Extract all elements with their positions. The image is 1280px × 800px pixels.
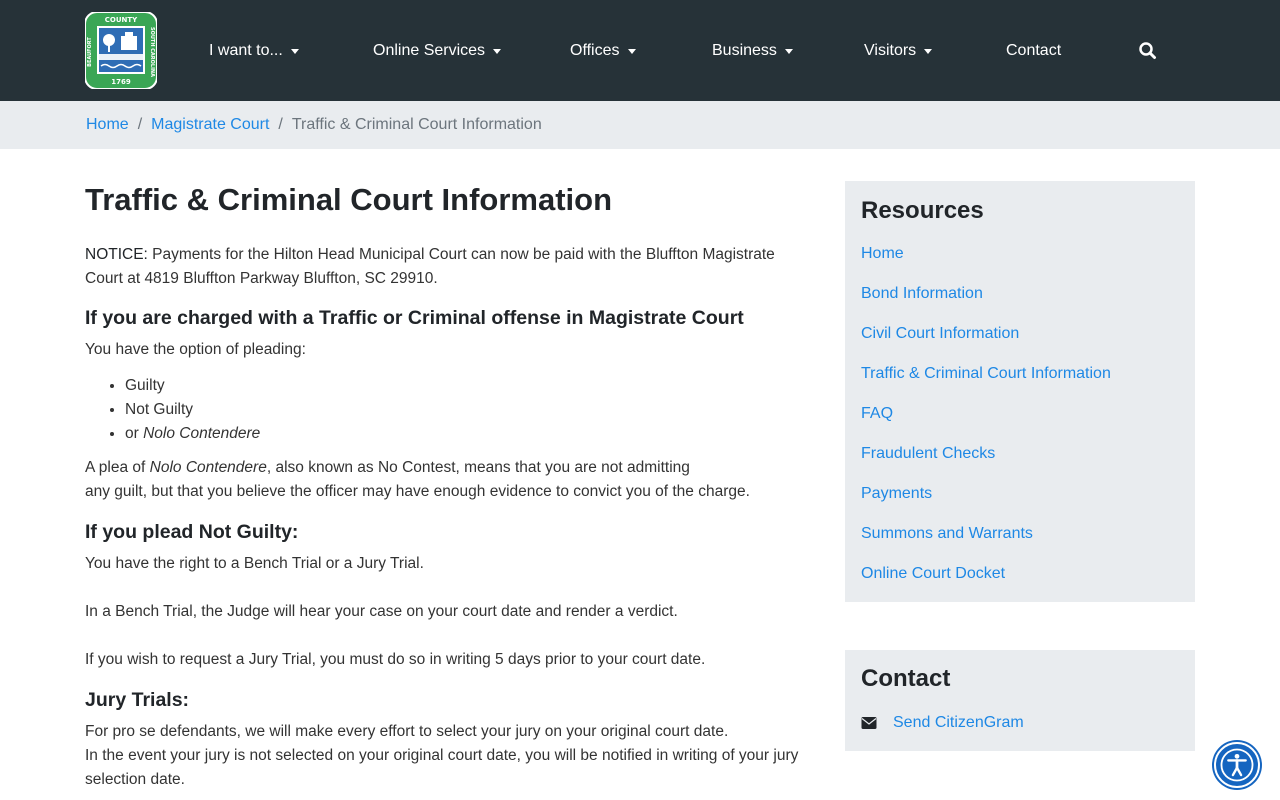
nav-label: Online Services — [373, 42, 486, 59]
nav-label: Business — [712, 42, 777, 59]
search-icon[interactable] — [1137, 40, 1159, 62]
nav-label: I want to... — [209, 42, 283, 59]
prose-paragraph: For pro se defendants, we will make ever… — [85, 720, 815, 792]
plea-nolo: Nolo Contendere — [143, 425, 261, 442]
nolo-prefix: A plea of — [85, 459, 150, 476]
logo-left-text: BEAUFORT — [87, 37, 93, 67]
contact-title: Contact — [861, 665, 951, 692]
list-item: Not Guilty — [125, 398, 815, 422]
resource-link-civil[interactable]: Civil Court Information — [861, 323, 1019, 345]
nolo-paragraph: A plea of Nolo Contendere, also known as… — [85, 456, 815, 504]
breadcrumb-magistrate-link[interactable]: Magistrate Court — [151, 116, 269, 134]
breadcrumb-current: Traffic & Criminal Court Information — [291, 116, 542, 133]
caret-down-icon — [290, 48, 299, 54]
nav-business[interactable]: Business — [712, 40, 793, 62]
resources-title: Resources — [861, 197, 984, 224]
send-citizengram-link[interactable]: Send CitizenGram — [893, 712, 1024, 734]
accessibility-icon[interactable] — [1214, 742, 1260, 788]
breadcrumb: Home / Magistrate Court / Traffic & Crim… — [86, 114, 542, 136]
resource-link-bond[interactable]: Bond Information — [861, 283, 983, 305]
county-logo-icon[interactable]: COUNTY BEAUFORT SOUTH CAROLINA 1769 — [85, 12, 157, 89]
nav-contact[interactable]: Contact — [1006, 40, 1061, 62]
nav-i-want-to[interactable]: I want to... — [209, 40, 299, 62]
contact-panel: Contact Send CitizenGram — [845, 650, 1195, 751]
resource-link-fraudulent-checks[interactable]: Fraudulent Checks — [861, 443, 995, 465]
resource-link-home[interactable]: Home — [861, 243, 904, 265]
resource-link-summons[interactable]: Summons and Warrants — [861, 523, 1033, 545]
caret-down-icon — [493, 48, 502, 54]
nolo-line1-rest: , also known as No Contest, means that y… — [266, 459, 690, 476]
resource-link-faq[interactable]: FAQ — [861, 403, 893, 425]
resources-panel: Resources Home Bond Information Civil Co… — [845, 181, 1195, 602]
plea-nolo-prefix: or — [125, 425, 144, 442]
nav-label: Contact — [1006, 42, 1062, 59]
top-navbar: COUNTY BEAUFORT SOUTH CAROLINA 1769 I wa… — [0, 0, 1280, 101]
prose-line1: For pro se defendants, we will make ever… — [85, 723, 729, 740]
plea-list: Guilty Not Guilty or Nolo Contendere — [85, 374, 815, 446]
logo-right-text: SOUTH CAROLINA — [149, 27, 155, 77]
bench-text: In a Bench Trial, the Judge will hear yo… — [85, 603, 678, 620]
caret-down-icon — [924, 48, 933, 54]
plea-not-guilty: Not Guilty — [125, 401, 194, 418]
resource-link-docket[interactable]: Online Court Docket — [861, 563, 1005, 585]
option-text: You have the option of pleading: — [85, 341, 306, 358]
notice-text: Payments for the Hilton Head Municipal C… — [85, 246, 775, 287]
contact-row[interactable]: Send CitizenGram — [861, 712, 1024, 734]
nav-offices[interactable]: Offices — [570, 40, 636, 62]
notice-paragraph: NOTICE: Payments for the Hilton Head Mun… — [85, 243, 815, 291]
caret-down-icon — [627, 48, 636, 54]
breadcrumb-separator: / — [137, 116, 143, 133]
caret-down-icon — [784, 48, 793, 54]
notice-label: NOTICE: — [85, 246, 148, 263]
nolo-line2: any guilt, but that you believe the offi… — [85, 483, 750, 500]
list-item: or Nolo Contendere — [125, 422, 815, 446]
page-title: Traffic & Criminal Court Information — [85, 182, 613, 217]
right-text: You have the right to a Bench Trial or a… — [85, 555, 424, 572]
resource-link-payments[interactable]: Payments — [861, 483, 932, 505]
breadcrumb-separator: / — [278, 116, 283, 133]
breadcrumb-home-link[interactable]: Home — [86, 116, 129, 134]
prose-line2: In the event your jury is not selected o… — [85, 747, 799, 788]
nolo-term: Nolo Contendere — [149, 459, 267, 476]
nav-online-services[interactable]: Online Services — [373, 40, 502, 62]
logo-top-text: COUNTY — [105, 16, 138, 24]
not-guilty-heading: If you plead Not Guilty: — [85, 521, 299, 543]
list-item: Guilty — [125, 374, 815, 398]
nav-visitors[interactable]: Visitors — [864, 40, 933, 62]
logo-year: 1769 — [111, 78, 131, 86]
jury-request-text: If you wish to request a Jury Trial, you… — [85, 651, 706, 668]
nav-label: Visitors — [864, 42, 917, 59]
main-content: Traffic & Criminal Court Information NOT… — [85, 180, 815, 792]
envelope-icon — [861, 717, 877, 729]
jury-trials-heading: Jury Trials: — [85, 689, 190, 711]
resource-link-traffic-criminal[interactable]: Traffic & Criminal Court Information — [861, 363, 1111, 385]
plea-guilty: Guilty — [125, 377, 165, 394]
charged-heading: If you are charged with a Traffic or Cri… — [85, 307, 744, 329]
nav-label: Offices — [570, 42, 620, 59]
